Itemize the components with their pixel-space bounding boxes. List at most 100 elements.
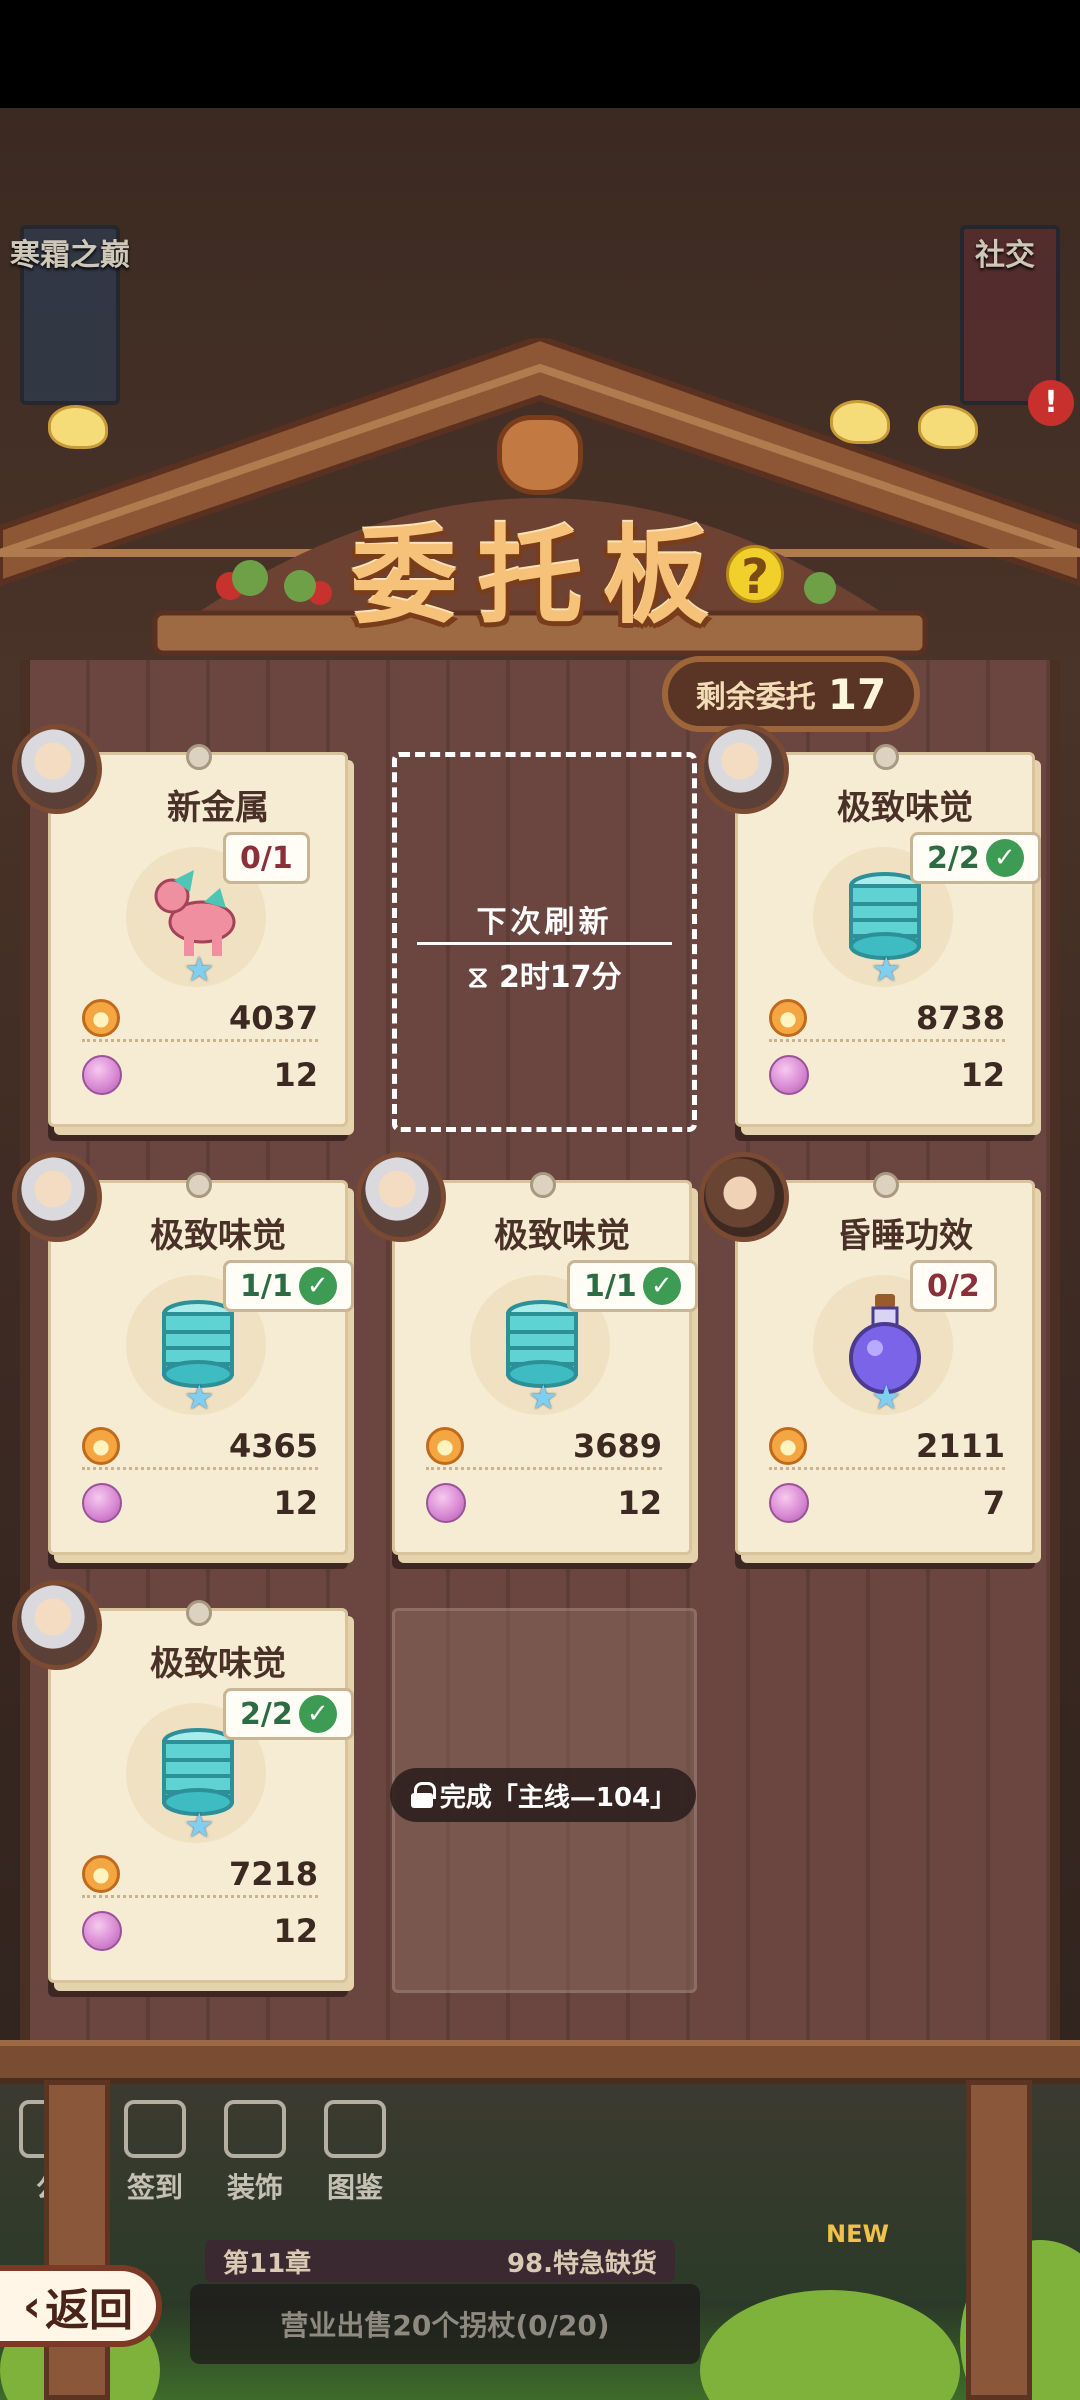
coin-icon: ● (769, 998, 807, 1037)
gem-reward-value: 12 (273, 1912, 318, 1950)
nav-checkin-button[interactable]: 签到 (105, 2100, 205, 2230)
star-icon: ★ (184, 1378, 215, 1418)
progress-badge: 2/2 ✓ (910, 832, 1041, 884)
coin-icon: ● (769, 1426, 807, 1465)
check-icon: ✓ (642, 1267, 681, 1305)
chevron-left-icon: ‹ (22, 2280, 42, 2332)
refresh-timer: ⧖ 2时17分 (397, 952, 692, 996)
pin-icon (530, 1172, 556, 1198)
lock-icon (410, 1782, 436, 1808)
pin-icon (186, 744, 212, 770)
flower-gem-icon (82, 1483, 122, 1523)
gem-reward-row: 12 (82, 1052, 318, 1098)
help-icon[interactable]: ? (726, 545, 784, 605)
progress-badge: 2/2 ✓ (223, 1688, 354, 1740)
coin-reward-value: 3689 (572, 1426, 662, 1465)
unlock-requirement-tag: 完成「主线—104」 (390, 1768, 696, 1822)
gem-reward-row: 7 (769, 1480, 1005, 1526)
pin-icon (186, 1600, 212, 1626)
progress-badge: 0/1 (223, 832, 310, 884)
coin-reward-value: 2111 (915, 1426, 1005, 1465)
progress-text: 2/2 (927, 840, 980, 876)
star-icon: ★ (528, 1378, 559, 1418)
decoration-icon (224, 2100, 286, 2158)
new-badge: NEW (826, 2220, 889, 2248)
coin-icon: ● (82, 998, 120, 1037)
gem-reward-row: 12 (82, 1908, 318, 1954)
coin-reward-value: 7218 (228, 1854, 318, 1893)
check-icon: ✓ (298, 1695, 337, 1733)
gem-reward-value: 7 (982, 1484, 1005, 1522)
chapter-quest-title: 98.特急缺货 (506, 2248, 657, 2279)
coin-icon: ● (82, 1426, 120, 1465)
card-title: 极致味觉 (150, 1216, 286, 1256)
board-shelf (0, 2040, 1080, 2084)
card-title: 昏睡功效 (837, 1216, 973, 1256)
coin-reward-row: ● 3689 (426, 1424, 662, 1470)
nav-collection-button[interactable]: 图鉴 (305, 2100, 405, 2230)
flower-gem-icon (426, 1483, 466, 1523)
star-icon: ★ (871, 950, 902, 990)
back-button[interactable]: ‹ 返回 (0, 2265, 162, 2347)
flower-gem-icon (82, 1911, 122, 1951)
cat-emblem-icon (497, 415, 583, 495)
coin-reward-row: ● 8738 (769, 996, 1005, 1042)
next-refresh-slot: 下次刷新 ⧖ 2时17分 (392, 752, 697, 1132)
progress-text: 0/2 (927, 1268, 980, 1304)
nav-label: 装饰 (226, 2171, 283, 2204)
refresh-timer-text: 2时17分 (498, 960, 622, 995)
quest-text: 营业出售20个拐杖(0/20) (280, 2309, 610, 2342)
social-label: 社交 (975, 238, 1035, 273)
next-refresh-label: 下次刷新 (476, 905, 613, 940)
pin-icon (873, 744, 899, 770)
nav-label: 图鉴 (326, 2171, 383, 2204)
remaining-commissions-badge: 剩余委托 17 (662, 656, 920, 732)
commission-card[interactable]: 昏睡功效 ★ 0/2 ● 2111 7 (699, 1152, 1047, 1555)
card-title: 新金属 (167, 788, 269, 828)
divider (417, 942, 672, 945)
progress-text: 1/1 (584, 1268, 637, 1304)
quest-banner[interactable]: 营业出售20个拐杖(0/20) (190, 2284, 700, 2364)
card-title: 极致味觉 (150, 1644, 286, 1684)
coin-reward-row: ● 2111 (769, 1424, 1005, 1470)
card-title: 极致味觉 (494, 1216, 630, 1256)
coin-reward-row: ● 4365 (82, 1424, 318, 1470)
coin-icon: ● (426, 1426, 464, 1465)
coin-reward-row: ● 7218 (82, 1852, 318, 1898)
commission-card[interactable]: 极致味觉 ★ 2/2 ✓ ● 8738 12 (699, 724, 1047, 1127)
coin-icon: ● (82, 1854, 120, 1893)
flower-gem-icon (82, 1055, 122, 1095)
flower-gem-icon (769, 1483, 809, 1523)
commission-card[interactable]: 新金属 ★ 0/1 ● 4037 12 (12, 724, 360, 1127)
gem-reward-row: 12 (82, 1480, 318, 1526)
wooden-post (966, 2080, 1032, 2400)
remaining-count: 17 (827, 669, 887, 719)
unlock-requirement-text: 完成「主线—104」 (439, 1782, 677, 1813)
nav-decoration-button[interactable]: 装饰 (205, 2100, 305, 2230)
hourglass-icon: ⧖ (467, 960, 499, 995)
commission-card[interactable]: 极致味觉 ★ 2/2 ✓ ● 7218 12 (12, 1580, 360, 1983)
flower-gem-icon (769, 1055, 809, 1095)
commission-card[interactable]: 极致味觉 ★ 1/1 ✓ ● 4365 12 (12, 1152, 360, 1555)
calendar-icon (124, 2100, 186, 2158)
star-icon: ★ (871, 1378, 902, 1418)
pin-icon (186, 1172, 212, 1198)
coin-reward-row: ● 4037 (82, 996, 318, 1042)
remaining-label: 剩余委托 (695, 680, 816, 715)
coin-reward-value: 4365 (228, 1426, 318, 1465)
progress-text: 1/1 (240, 1268, 293, 1304)
back-label: 返回 (45, 2285, 134, 2336)
progress-badge: 0/2 (910, 1260, 997, 1312)
gem-reward-value: 12 (617, 1484, 662, 1522)
coin-reward-value: 4037 (228, 998, 318, 1037)
star-icon: ★ (184, 950, 215, 990)
wooden-post (44, 2080, 110, 2400)
progress-text: 0/1 (240, 840, 293, 876)
gem-reward-value: 12 (273, 1056, 318, 1094)
progress-text: 2/2 (240, 1696, 293, 1732)
frost-peak-label: 寒霜之巅 (10, 238, 130, 273)
nav-label: 签到 (126, 2171, 183, 2204)
board-title: 委托板 (351, 515, 729, 638)
commission-card[interactable]: 极致味觉 ★ 1/1 ✓ ● 3689 12 (356, 1152, 704, 1555)
gem-reward-row: 12 (769, 1052, 1005, 1098)
